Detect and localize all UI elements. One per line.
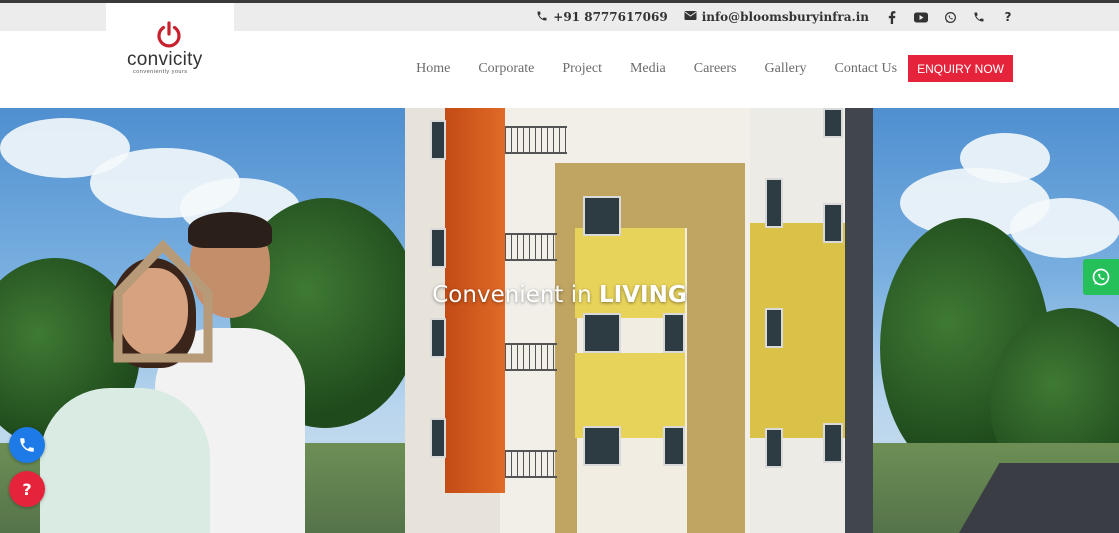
envelope-icon <box>684 10 697 24</box>
nav-project[interactable]: Project <box>562 61 602 77</box>
cloud <box>1010 198 1119 258</box>
nav-contact-us[interactable]: Contact Us <box>834 61 897 77</box>
phone-icon[interactable] <box>972 10 986 24</box>
question-icon[interactable]: ? <box>1001 10 1015 24</box>
phone-icon <box>20 438 34 452</box>
facebook-icon[interactable] <box>885 10 899 24</box>
top-email-link[interactable]: info@bloomsburyinfra.in <box>684 10 869 24</box>
main-nav: Home Corporate Project Media Careers Gal… <box>416 55 1013 82</box>
nav-gallery[interactable]: Gallery <box>765 61 807 77</box>
enquiry-now-button[interactable]: ENQUIRY NOW <box>908 55 1013 82</box>
couple-photo <box>30 208 330 533</box>
site-logo[interactable]: convicity conveniently yours <box>106 3 234 108</box>
phone-icon <box>536 10 548 25</box>
social-links: ? <box>885 10 1015 24</box>
nav-home[interactable]: Home <box>416 61 450 77</box>
whatsapp-icon[interactable] <box>943 10 957 24</box>
apartment-building-image <box>405 108 890 533</box>
nav-careers[interactable]: Careers <box>694 61 737 77</box>
hero-heading-bold: LIVING <box>599 282 687 308</box>
top-phone-link[interactable]: +91 8777617069 <box>536 10 668 25</box>
power-logo-icon <box>157 21 181 48</box>
hero-heading-prefix: Convenient in <box>432 282 600 308</box>
youtube-icon[interactable] <box>914 10 928 24</box>
whatsapp-float-button[interactable] <box>1083 259 1119 295</box>
top-bar-contacts: +91 8777617069 info@bloomsburyinfra.in ? <box>536 3 1015 31</box>
logo-name: convicity <box>127 49 203 70</box>
top-phone-text: +91 8777617069 <box>553 10 668 24</box>
nav-corporate[interactable]: Corporate <box>478 61 534 77</box>
whatsapp-icon <box>1092 268 1110 286</box>
call-float-button[interactable] <box>9 427 45 463</box>
help-float-button[interactable]: ? <box>9 471 45 507</box>
cloud <box>960 133 1050 183</box>
question-icon: ? <box>22 479 32 499</box>
hero-heading: Convenient in LIVING <box>0 282 1119 308</box>
hero-banner: Convenient in LIVING <box>0 108 1119 533</box>
nav-media[interactable]: Media <box>630 61 666 77</box>
top-email-text: info@bloomsburyinfra.in <box>701 10 869 24</box>
logo-tagline: conveniently yours <box>133 69 188 75</box>
